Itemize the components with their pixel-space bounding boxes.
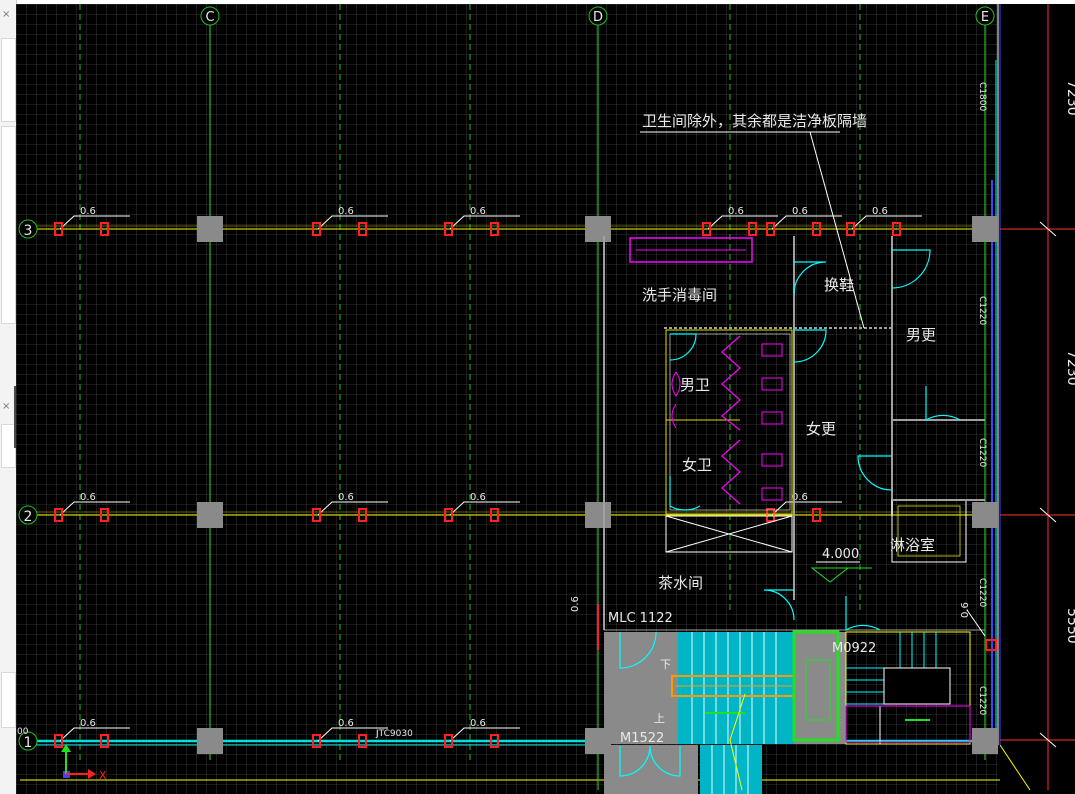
dimension-text: 7230 [1064,350,1075,386]
room-label-women-toilet: 女卫 [682,456,712,474]
beam-tag-label: 0.6 [80,206,96,217]
door-tag-m0922: M0922 [832,641,876,656]
vertical-beam-tag: 0.6 [570,596,581,612]
column-axis-label: C [205,10,214,25]
structural-column [972,216,998,242]
window-tag: C1220 [977,296,987,325]
window-tag: C1800 [977,82,987,111]
panel-block [1,38,16,122]
door-tag-mlc1122: MLC 1122 [608,611,673,626]
room-label-women-changing: 女更 [806,420,836,438]
room-label-wash-disinfect: 洗手消毒间 [642,286,717,304]
dimension-text: 5550 [1064,608,1075,644]
beam-tag-label: 0.6 [470,492,486,503]
column-axis-bubble-e: E [975,6,995,26]
window-tag: C1220 [977,578,987,607]
row-axis-label: 2 [24,509,33,525]
room-label-men-toilet: 男卫 [680,376,710,394]
room-label-shower: 淋浴室 [890,536,935,554]
left-edge-tag: 00 [17,727,29,737]
vertical-beam-tag: 0.6 [960,602,971,618]
beam-tag-label: 0.6 [470,206,486,217]
structural-column [197,216,223,242]
column-axis-label: E [981,10,989,25]
dimension-text: 7230 [1064,80,1075,116]
leader-annotation: 卫生间除外，其余都是洁净板隔墙 [642,112,867,130]
beam-tag-label: 0.6 [338,718,354,729]
beam-tag-label: 0.6 [872,206,888,217]
beam-tag-label: 0.6 [338,492,354,503]
structural-column [197,502,223,528]
elevation-tag: 4.000 [822,547,859,562]
ucs-x-label: X [99,769,107,782]
panel-block [1,672,16,728]
beam-tag-label: 0.6 [728,206,744,217]
window-tag-jtc9030: JTC9030 [375,729,413,739]
room-label-change-shoes: 换鞋 [824,276,854,294]
stair-down-label: 下 [660,658,671,671]
door-tag-m1522: M1522 [620,731,664,746]
stair-up-label: 上 [654,712,665,725]
column-axis-bubble-d: D [588,6,608,26]
window-tag: C1220 [977,686,987,715]
beam-tag-label: 0.6 [470,718,486,729]
column-axis-label: D [593,10,603,25]
beam-tag-label: 0.6 [80,492,96,503]
structural-column [585,502,611,528]
structural-column [972,502,998,528]
column-axis-bubble-c: C [200,6,220,26]
beam-tag-label: 0.6 [338,206,354,217]
window-tag: C1220 [977,438,987,467]
room-label-tea-room: 茶水间 [658,574,703,592]
panel-block [1,126,16,324]
beam-tag-label: 0.6 [792,206,808,217]
panel-close-icon[interactable]: × [2,402,10,412]
structural-column [197,728,223,754]
structural-column [585,216,611,242]
room-label-men-changing: 男更 [906,326,936,344]
row-axis-label: 1 [24,735,33,751]
panel-close-icon[interactable]: × [2,10,10,20]
structural-column [972,728,998,754]
cad-drawing-viewport[interactable]: C D E 3 2 1 00 7230 7230 5550 C1800 C122… [16,4,1075,794]
row-axis-label: 3 [24,223,33,239]
beam-tag-label: 0.6 [80,718,96,729]
